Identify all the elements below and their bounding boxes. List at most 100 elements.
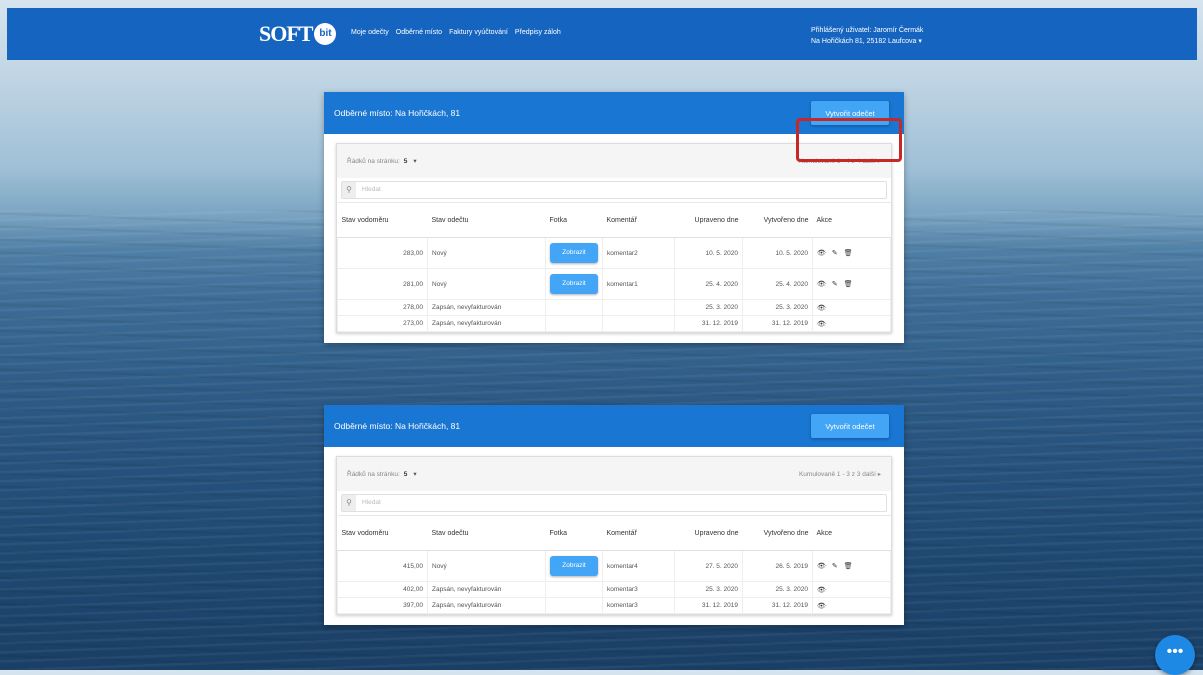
actions-cell: 👁: [812, 581, 891, 598]
comment: [602, 299, 675, 316]
created-date: 31. 12. 2019: [742, 315, 813, 332]
more-actions-fab[interactable]: •••: [1155, 635, 1195, 675]
logo-bit-icon: bit: [314, 23, 337, 45]
meter-value: 397,00: [337, 597, 428, 614]
edit-pencil-icon[interactable]: ✎: [832, 563, 838, 570]
photo-cell: Zobrazit: [545, 237, 603, 269]
meter-value: 283,00: [337, 237, 428, 269]
table-row: 415,00 Nový Zobrazit komentar4 27. 5. 20…: [337, 550, 891, 582]
col-header-modified[interactable]: Upraveno dne: [674, 515, 743, 551]
create-button-highlight: [796, 118, 902, 162]
col-header-actions: Akce: [812, 202, 891, 238]
view-eye-icon[interactable]: 👁: [817, 321, 826, 328]
view-eye-icon[interactable]: 👁: [817, 563, 826, 570]
rows-per-page-label: Řádků na stránku:: [347, 158, 400, 165]
created-date: 31. 12. 2019: [742, 597, 813, 614]
col-header-created[interactable]: Vytvořeno dne: [742, 202, 813, 238]
meter-value: 278,00: [337, 299, 428, 316]
view-eye-icon[interactable]: 👁: [817, 281, 826, 288]
col-header-state[interactable]: Stav odečtu: [427, 202, 546, 238]
top-navbar: SOFT bit Moje odečty Odběrné místo Faktu…: [7, 8, 1197, 60]
delete-trash-icon[interactable]: 🗑: [844, 250, 853, 257]
photo-cell: [545, 315, 603, 332]
logo-text: SOFT: [259, 21, 313, 46]
edit-pencil-icon[interactable]: ✎: [832, 281, 838, 288]
col-header-comment[interactable]: Komentář: [602, 202, 675, 238]
col-header-actions: Akce: [812, 515, 891, 551]
reading-state: Nový: [427, 268, 546, 300]
photo-cell: [545, 299, 603, 316]
photo-cell: [545, 597, 603, 614]
user-name: Přihlášený uživatel: Jaromír Čermák: [811, 27, 924, 34]
rows-per-page-value: 5: [403, 158, 408, 165]
rows-per-page-label: Řádků na stránku:: [347, 471, 400, 478]
created-date: 26. 5. 2019: [742, 550, 813, 582]
readings-table-panel: Řádků na stránku: 5 ▾ Kumulovaně 1 - 4 z 4…: [336, 143, 892, 333]
actions-cell: 👁 ✎ 🗑: [812, 550, 891, 582]
col-header-state[interactable]: Stav odečtu: [427, 515, 546, 551]
card-header: Odběrné místo: Na Hořičkách, 81 Vytvořit…: [324, 405, 904, 447]
table-row: 278,00 Zapsán, nevyfakturován 25. 3. 202…: [337, 299, 891, 316]
delete-trash-icon[interactable]: 🗑: [844, 281, 853, 288]
supply-point-card: Odběrné místo: Na Hořičkách, 81 Vytvořit…: [324, 405, 904, 625]
reading-state: Nový: [427, 237, 546, 269]
show-photo-button[interactable]: Zobrazit: [550, 274, 598, 294]
user-menu[interactable]: Přihlášený uživatel: Jaromír Čermák Na H…: [811, 25, 923, 47]
nav-link-supply-point[interactable]: Odběrné místo: [396, 29, 442, 36]
search-icon: ⚲: [342, 182, 356, 198]
col-header-photo[interactable]: Fotka: [545, 202, 603, 238]
rows-per-page[interactable]: Řádků na stránku: 5 ▾: [347, 157, 417, 165]
photo-cell: Zobrazit: [545, 268, 603, 300]
meter-value: 402,00: [337, 581, 428, 598]
rows-per-page[interactable]: Řádků na stránku: 5 ▾: [347, 470, 417, 478]
reading-state: Nový: [427, 550, 546, 582]
photo-cell: Zobrazit: [545, 550, 603, 582]
table-toolbar: Řádků na stránku: 5 ▾ Kumulovaně 1 - 3 z 3…: [337, 457, 891, 491]
comment: komentar2: [602, 237, 675, 269]
create-reading-button[interactable]: Vytvořit odečet: [811, 414, 889, 438]
user-address: Na Hořičkách 81, 25182 Laufcova: [811, 36, 923, 47]
col-header-modified[interactable]: Upraveno dne: [674, 202, 743, 238]
reading-state: Zapsán, nevyfakturován: [427, 299, 546, 316]
col-header-comment[interactable]: Komentář: [602, 515, 675, 551]
view-eye-icon[interactable]: 👁: [817, 305, 826, 312]
view-eye-icon[interactable]: 👁: [817, 250, 826, 257]
col-header-meter[interactable]: Stav vodoměru: [337, 202, 428, 238]
meter-value: 281,00: [337, 268, 428, 300]
search-icon: ⚲: [342, 495, 356, 511]
readings-table-panel: Řádků na stránku: 5 ▾ Kumulovaně 1 - 3 z 3…: [336, 456, 892, 615]
comment: komentar1: [602, 268, 675, 300]
view-eye-icon[interactable]: 👁: [817, 603, 826, 610]
nav-link-readings[interactable]: Moje odečty: [351, 29, 389, 36]
col-header-meter[interactable]: Stav vodoměru: [337, 515, 428, 551]
nav-link-advances[interactable]: Předpisy záloh: [515, 29, 561, 36]
search-input[interactable]: ⚲ Hledat: [341, 181, 887, 199]
show-photo-button[interactable]: Zobrazit: [550, 243, 598, 263]
col-header-photo[interactable]: Fotka: [545, 515, 603, 551]
search-row: ⚲ Hledat: [337, 178, 891, 202]
nav-link-invoices[interactable]: Faktury vyúčtování: [449, 29, 508, 36]
logo[interactable]: SOFT bit: [259, 20, 337, 48]
modified-date: 25. 4. 2020: [674, 268, 743, 300]
col-header-created[interactable]: Vytvořeno dne: [742, 515, 813, 551]
table-row: 397,00 Zapsán, nevyfakturován komentar3 …: [337, 597, 891, 614]
show-photo-button[interactable]: Zobrazit: [550, 556, 598, 576]
search-placeholder: Hledat: [362, 499, 381, 506]
delete-trash-icon[interactable]: 🗑: [844, 563, 853, 570]
table-row: 402,00 Zapsán, nevyfakturován komentar3 …: [337, 581, 891, 598]
chevron-down-icon: ▾: [413, 471, 417, 478]
actions-cell: 👁: [812, 299, 891, 316]
pagination[interactable]: Kumulovaně 1 - 3 z 3 další ▸: [799, 470, 881, 478]
search-row: ⚲ Hledat: [337, 491, 891, 515]
edit-pencil-icon[interactable]: ✎: [832, 250, 838, 257]
comment: komentar3: [602, 597, 675, 614]
view-eye-icon[interactable]: 👁: [817, 587, 826, 594]
reading-state: Zapsán, nevyfakturován: [427, 581, 546, 598]
table-row: 283,00 Nový Zobrazit komentar2 10. 5. 20…: [337, 237, 891, 269]
reading-state: Zapsán, nevyfakturován: [427, 597, 546, 614]
card-title: Odběrné místo: Na Hořičkách, 81: [334, 421, 461, 431]
modified-date: 27. 5. 2020: [674, 550, 743, 582]
search-placeholder: Hledat: [362, 186, 381, 193]
actions-cell: 👁 ✎ 🗑: [812, 237, 891, 269]
search-input[interactable]: ⚲ Hledat: [341, 494, 887, 512]
